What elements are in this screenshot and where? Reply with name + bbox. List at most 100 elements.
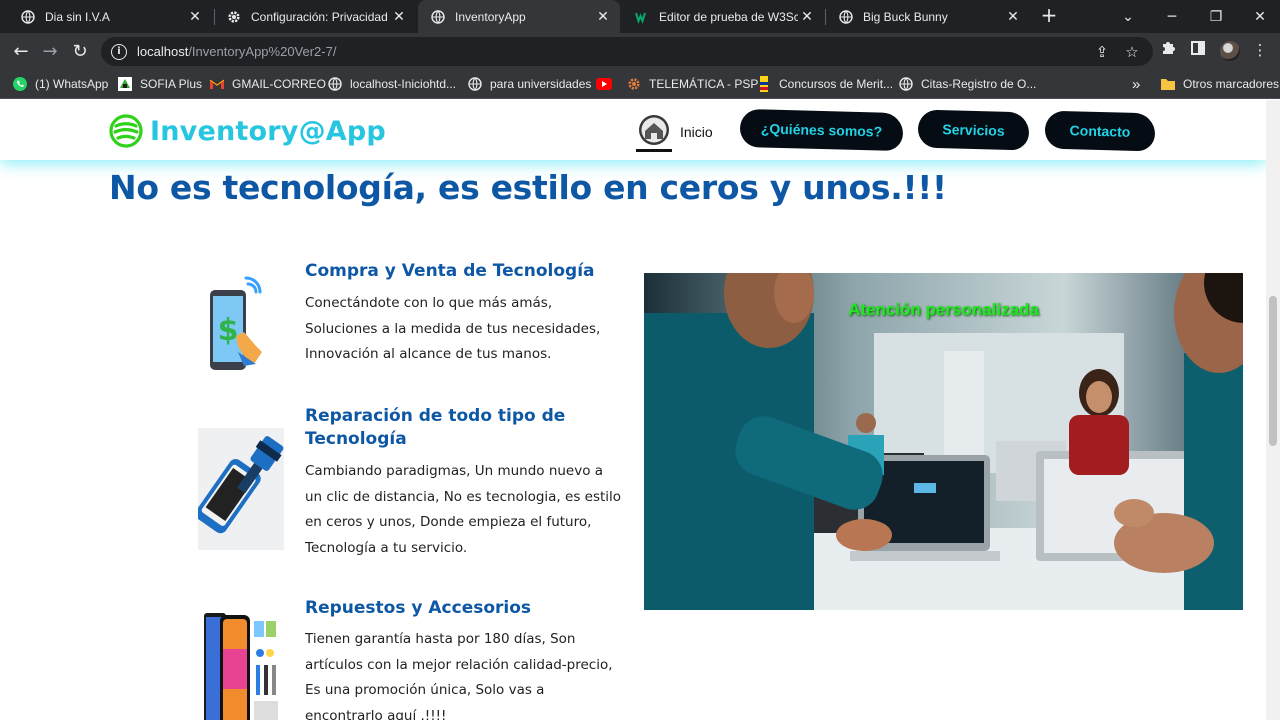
bookmark-label: Citas-Registro de O... [921, 77, 1037, 91]
youtube-icon [596, 76, 612, 92]
video-player[interactable]: Atención personalizada [644, 273, 1243, 610]
nav-services-button[interactable]: Servicios [917, 109, 1030, 151]
share-icon[interactable]: ⇪ [1093, 43, 1111, 61]
page-headline: No es tecnología, es estilo en ceros y u… [109, 168, 947, 207]
feature-text: Conectándote con lo que más amás, Soluci… [305, 295, 601, 363]
logo-text-main: Inventory [150, 115, 299, 147]
restore-window-button[interactable]: ❐ [1196, 0, 1236, 33]
bookmark-label: SOFIA Plus [140, 77, 203, 91]
folder-icon [1160, 76, 1176, 92]
scrollbar-thumb[interactable] [1269, 296, 1277, 446]
address-bar[interactable]: i localhost/InventoryApp%20Ver2-7/ ⇪ ☆ [101, 37, 1153, 66]
tab-title: InventoryApp [455, 9, 526, 24]
web-page: Inventory@App Inicio ¿Quiénes somos? Ser… [0, 100, 1266, 720]
browser-tab[interactable]: Editor de prueba de W3Schoo ✕ [622, 0, 824, 33]
tab-title: Editor de prueba de W3Schoo [659, 9, 798, 24]
bookmark-item[interactable]: localhost-Iniciohtd... [327, 70, 456, 98]
browser-tab-active[interactable]: InventoryApp ✕ [418, 0, 620, 33]
bookmark-item[interactable] [596, 70, 619, 98]
bookmark-item[interactable]: Concursos de Merit... [756, 70, 893, 98]
bookmark-label: GMAIL-CORREO [232, 77, 327, 91]
close-tab-icon[interactable]: ✕ [390, 8, 408, 25]
bookmark-item[interactable]: TELEMÁTICA - PSP [626, 70, 758, 98]
browser-tab[interactable]: Configuración: Privacidad y s ✕ [214, 0, 416, 33]
url-host: localhost [137, 44, 189, 59]
chrome-globe-icon [430, 9, 446, 25]
close-tab-icon[interactable]: ✕ [798, 8, 816, 25]
menu-kebab-icon[interactable]: ⋮ [1250, 40, 1270, 60]
tab-title: Configuración: Privacidad y s [251, 9, 390, 24]
sofia-plus-icon [117, 76, 133, 92]
browser-tab[interactable]: Big Buck Bunny ✕ [826, 0, 1030, 33]
bookmarks-overflow-button[interactable]: » [1132, 70, 1140, 98]
bookmark-star-icon[interactable]: ☆ [1123, 43, 1141, 61]
side-panel-icon[interactable] [1188, 40, 1208, 60]
bookmark-label: para universidades [490, 77, 592, 91]
profile-avatar[interactable] [1220, 41, 1240, 61]
bookmark-label: Concursos de Merit... [779, 77, 894, 91]
page-scrollbar[interactable] [1266, 100, 1280, 720]
globe-icon [467, 76, 483, 92]
bookmark-item[interactable]: SOFIA Plus [117, 70, 202, 98]
forward-arrow-icon[interactable]: → [37, 38, 63, 64]
whatsapp-icon [12, 76, 28, 92]
logo-text: Inventory@App [150, 116, 386, 147]
feature-item: Repuestos y Accesorios Tienen garantía h… [198, 597, 628, 720]
tab-search-chevron-icon[interactable]: ⌄ [1108, 0, 1148, 33]
svg-text:$: $ [218, 313, 239, 348]
bookmark-item[interactable]: para universidades [467, 70, 591, 98]
close-tab-icon[interactable]: ✕ [594, 8, 612, 25]
feature-title: Compra y Venta de Tecnología [305, 261, 595, 281]
bookmark-item[interactable]: GMAIL-CORREO [209, 70, 326, 98]
bookmark-label: TELEMÁTICA - PSP [649, 77, 759, 91]
feature-text: Cambiando paradigmas, Un mundo nuevo a u… [305, 463, 622, 556]
video-frame [644, 273, 1243, 610]
feature-text: Tienen garantía hasta por 180 días, Son … [305, 631, 613, 720]
nav-about-button[interactable]: ¿Quiénes somos? [739, 108, 904, 152]
reload-icon[interactable]: ↻ [67, 38, 93, 64]
minimize-window-button[interactable]: ─ [1152, 0, 1192, 33]
url-text: localhost/InventoryApp%20Ver2-7/ [137, 44, 336, 59]
feature-title: Reparación de todo tipo de Tecnología [305, 406, 566, 449]
url-path: /InventoryApp%20Ver2-7/ [188, 44, 337, 59]
new-tab-button[interactable]: + [1038, 4, 1060, 28]
nav-home-label: Inicio [680, 124, 713, 140]
settings-gear-icon [226, 9, 242, 25]
close-window-button[interactable]: ✕ [1240, 0, 1280, 33]
phone-repair-icon [195, 428, 284, 550]
logo-icon [109, 114, 143, 148]
w3schools-icon [634, 9, 650, 25]
bookmark-item[interactable]: (1) WhatsApp [12, 70, 108, 98]
nav-home-link[interactable]: Inicio [636, 112, 713, 152]
other-bookmarks-folder[interactable]: Otros marcadores [1160, 70, 1279, 98]
other-bookmarks-label: Otros marcadores [1183, 77, 1280, 91]
close-tab-icon[interactable]: ✕ [186, 8, 204, 25]
browser-tab-strip: Dia sin I.V.A ✕ Configuración: Privacida… [0, 0, 1280, 33]
site-logo[interactable]: Inventory@App [109, 114, 386, 148]
browser-tab[interactable]: Dia sin I.V.A ✕ [8, 0, 212, 33]
bookmark-label: localhost-Iniciohtd... [350, 77, 457, 91]
phone-parts-icon [198, 609, 284, 720]
close-tab-icon[interactable]: ✕ [1004, 8, 1022, 25]
chrome-globe-icon [20, 9, 36, 25]
site-info-icon[interactable]: i [111, 43, 127, 60]
extensions-puzzle-icon[interactable] [1158, 40, 1178, 60]
bookmark-item[interactable]: Citas-Registro de O... [898, 70, 1036, 98]
globe-icon [327, 76, 343, 92]
bookmark-label: (1) WhatsApp [35, 77, 109, 91]
phone-payment-icon: $ [198, 274, 284, 374]
tab-title: Big Buck Bunny [863, 9, 948, 24]
feature-item: $ Compra y Venta de Tecnología Conectánd… [198, 260, 628, 380]
gear-bookmark-icon [626, 76, 642, 92]
home-icon [636, 113, 672, 152]
site-navbar: Inventory@App Inicio ¿Quiénes somos? Ser… [0, 100, 1266, 160]
back-arrow-icon[interactable]: ← [8, 38, 34, 64]
bookmarks-bar: (1) WhatsApp SOFIA Plus GMAIL-CORREO loc… [0, 70, 1280, 99]
video-caption: Atención personalizada [848, 300, 1039, 319]
bookmarks-divider [1155, 70, 1156, 98]
feature-title: Repuestos y Accesorios [305, 598, 532, 618]
gmail-icon [209, 76, 225, 92]
nav-contact-button[interactable]: Contacto [1044, 110, 1156, 152]
tab-title: Dia sin I.V.A [45, 9, 110, 24]
logo-text-at: @App [298, 115, 386, 147]
